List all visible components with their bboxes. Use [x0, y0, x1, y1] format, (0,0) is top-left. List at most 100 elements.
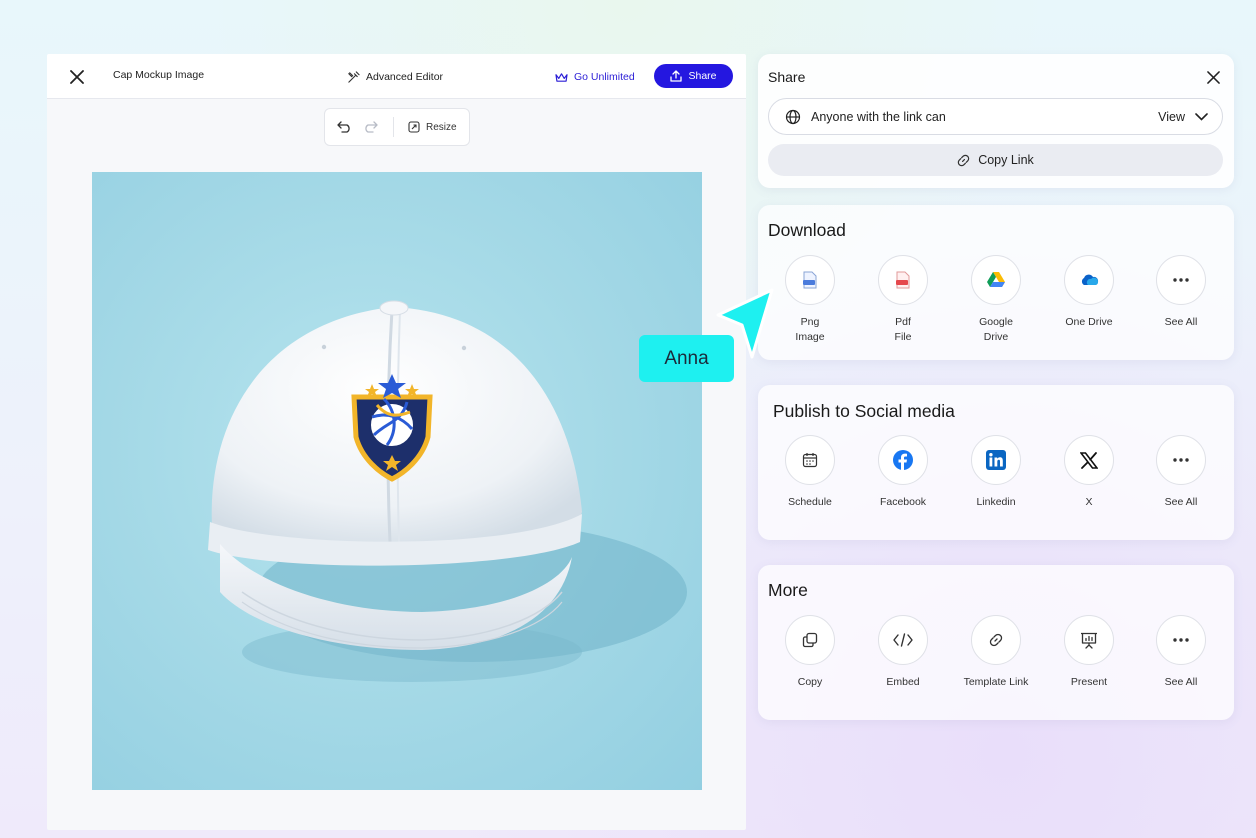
code-icon — [893, 633, 913, 647]
more-title: More — [768, 580, 808, 600]
social-options: Schedule Facebook Linkedin X See All — [758, 435, 1234, 535]
presentation-icon — [1081, 632, 1097, 649]
x-logo-icon — [1080, 451, 1098, 469]
copy-option-circle — [785, 615, 835, 665]
facebook-icon — [893, 450, 913, 470]
social-see-all-label: See All — [1164, 496, 1198, 508]
more-dots-icon — [1173, 638, 1189, 642]
template-link-option-circle — [971, 615, 1021, 665]
linkedin-icon — [986, 450, 1006, 470]
resize-label: Resize — [426, 121, 457, 133]
design-canvas[interactable] — [92, 172, 702, 790]
download-pdf-option[interactable]: Pdf File — [858, 255, 948, 345]
schedule-label: Schedule — [788, 496, 832, 508]
template-link-label: Template Link — [963, 676, 1029, 688]
link-access-text: Anyone with the link can — [811, 109, 946, 124]
social-see-all-option[interactable]: See All — [1136, 435, 1226, 510]
linkedin-option-circle — [971, 435, 1021, 485]
copy-option[interactable]: Copy — [765, 615, 855, 690]
share-button[interactable]: Share — [654, 64, 733, 88]
download-see-all-label: See All — [1164, 316, 1198, 328]
advanced-editor-button[interactable]: Advanced Editor — [347, 67, 443, 87]
facebook-label: Facebook — [879, 496, 927, 508]
copy-link-button[interactable]: Copy Link — [768, 144, 1223, 176]
pdf-file-icon — [896, 271, 910, 289]
schedule-option[interactable]: Schedule — [765, 435, 855, 510]
crown-icon — [555, 72, 568, 82]
more-dots-icon — [1173, 458, 1189, 462]
download-pdf-label: Pdf File — [894, 316, 912, 343]
x-label: X — [1085, 496, 1093, 508]
go-unlimited-button[interactable]: Go Unlimited — [555, 67, 635, 87]
copy-label: Copy — [797, 676, 823, 688]
x-option[interactable]: X — [1044, 435, 1134, 510]
linkedin-option[interactable]: Linkedin — [951, 435, 1041, 510]
share-panel-title: Share — [768, 69, 806, 85]
linkedin-label: Linkedin — [976, 496, 1016, 508]
globe-icon — [785, 109, 801, 124]
download-options: Png Image Pdf File Google Drive One Driv… — [758, 255, 1234, 355]
collaborator-name-tag: Anna — [639, 335, 734, 382]
png-option-circle — [785, 255, 835, 305]
share-panel: Share Anyone with the link can View Copy… — [758, 54, 1234, 188]
document-title: Cap Mockup Image — [113, 69, 205, 81]
google-drive-icon — [987, 272, 1005, 287]
toolbar-divider — [393, 117, 394, 137]
download-see-all-option[interactable]: See All — [1136, 255, 1226, 330]
png-file-icon — [803, 271, 817, 289]
undo-icon — [336, 121, 350, 133]
social-panel: Publish to Social media Schedule Faceboo — [758, 385, 1234, 540]
calendar-icon — [802, 453, 818, 468]
redo-icon — [364, 121, 378, 133]
more-panel: More Copy Embed Template Link Present Se… — [758, 565, 1234, 720]
redo-button[interactable] — [361, 118, 379, 136]
more-see-all-label: See All — [1164, 676, 1198, 688]
social-see-all-circle — [1156, 435, 1206, 485]
go-unlimited-label: Go Unlimited — [574, 71, 635, 83]
onedrive-icon — [1081, 274, 1099, 285]
present-option[interactable]: Present — [1044, 615, 1134, 690]
cap-mockup-image — [208, 300, 687, 682]
facebook-option[interactable]: Facebook — [858, 435, 948, 510]
more-dots-icon — [1173, 278, 1189, 282]
download-onedrive-option[interactable]: One Drive — [1044, 255, 1134, 330]
link-access-dropdown[interactable]: Anyone with the link can View — [768, 98, 1223, 135]
editor-window: Cap Mockup Image Advanced Editor Go Unli… — [47, 54, 746, 830]
copy-link-label: Copy Link — [978, 153, 1034, 167]
close-icon — [70, 70, 84, 84]
link-icon — [989, 633, 1003, 647]
download-panel: Download Png Image Pdf File Google Drive… — [758, 205, 1234, 360]
download-title: Download — [768, 220, 846, 240]
chevron-down-icon — [1195, 112, 1208, 121]
resize-button[interactable]: Resize — [408, 121, 457, 133]
undo-button[interactable] — [335, 118, 353, 136]
facebook-option-circle — [878, 435, 928, 485]
share-button-label: Share — [688, 70, 717, 82]
schedule-option-circle — [785, 435, 835, 485]
close-editor-button[interactable] — [67, 67, 87, 87]
download-see-all-circle — [1156, 255, 1206, 305]
canvas-toolbar: Resize — [324, 108, 470, 146]
magic-tools-icon — [348, 70, 360, 83]
resize-icon — [408, 121, 420, 133]
copy-icon — [802, 632, 818, 648]
embed-option-circle — [878, 615, 928, 665]
download-png-label: Png Image — [795, 316, 825, 343]
link-access-value: View — [1158, 109, 1185, 124]
embed-option[interactable]: Embed — [858, 615, 948, 690]
google-drive-option-circle — [971, 255, 1021, 305]
advanced-editor-label: Advanced Editor — [366, 71, 444, 83]
download-google-drive-option[interactable]: Google Drive — [951, 255, 1041, 345]
close-share-panel-button[interactable] — [1204, 68, 1222, 86]
close-icon — [1206, 70, 1220, 84]
template-link-option[interactable]: Template Link — [951, 615, 1041, 690]
more-see-all-circle — [1156, 615, 1206, 665]
present-option-circle — [1064, 615, 1114, 665]
more-see-all-option[interactable]: See All — [1136, 615, 1226, 690]
link-icon — [957, 154, 970, 166]
present-label: Present — [1070, 676, 1108, 688]
onedrive-option-circle — [1064, 255, 1114, 305]
download-google-drive-label: Google Drive — [979, 316, 1013, 343]
editor-topbar: Cap Mockup Image Advanced Editor Go Unli… — [47, 54, 746, 99]
x-option-circle — [1064, 435, 1114, 485]
